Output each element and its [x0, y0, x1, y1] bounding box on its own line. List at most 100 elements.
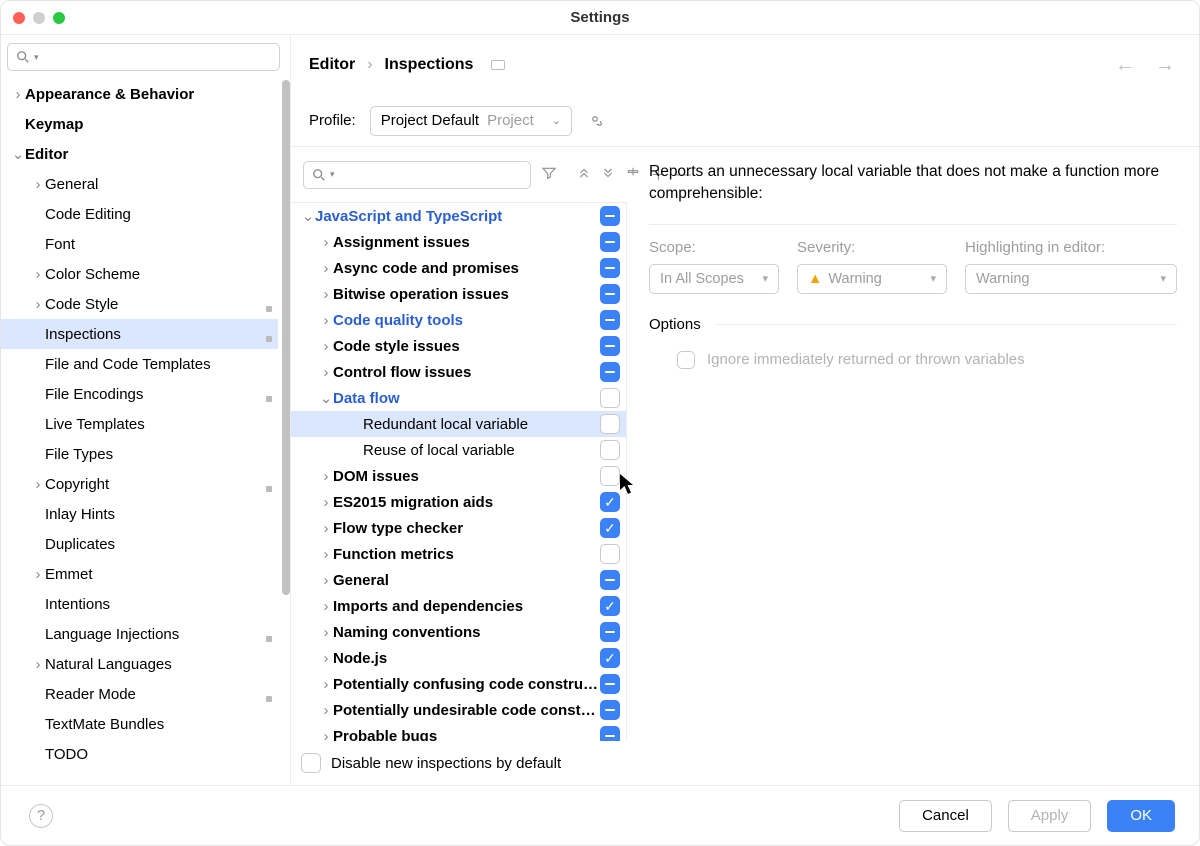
sidebar-item[interactable]: Intentions [1, 589, 278, 619]
sidebar-item[interactable]: ›Copyright [1, 469, 278, 499]
sidebar-item[interactable]: File and Code Templates [1, 349, 278, 379]
scope-select[interactable]: In All Scopes ▾ [649, 264, 779, 294]
inspection-checkbox[interactable] [600, 388, 620, 408]
chevron-right-icon[interactable]: › [319, 364, 333, 381]
profile-gear-button[interactable] [586, 110, 604, 132]
window-maximize-button[interactable] [53, 12, 65, 24]
chevron-right-icon[interactable]: › [319, 624, 333, 641]
chevron-right-icon[interactable]: › [319, 468, 333, 485]
inspection-checkbox[interactable] [600, 570, 620, 590]
sidebar-item[interactable]: Live Templates [1, 409, 278, 439]
inspection-row[interactable]: ›Control flow issues [291, 359, 626, 385]
sidebar-item[interactable]: ›Natural Languages [1, 649, 278, 679]
search-history-caret-icon[interactable]: ▾ [34, 52, 39, 63]
chevron-right-icon[interactable]: › [319, 286, 333, 303]
severity-select[interactable]: ▲ Warning ▾ [797, 264, 947, 294]
inspection-checkbox[interactable]: ✓ [600, 596, 620, 616]
highlighting-select[interactable]: Warning ▾ [965, 264, 1177, 294]
chevron-right-icon[interactable]: › [319, 598, 333, 615]
chevron-right-icon[interactable]: › [319, 234, 333, 251]
sidebar-item[interactable]: ›General [1, 169, 278, 199]
chevron-right-icon[interactable]: › [319, 546, 333, 563]
chevron-right-icon[interactable]: › [319, 676, 333, 693]
inspection-row[interactable]: ›Node.js✓ [291, 645, 626, 671]
inspection-row[interactable]: ›DOM issues [291, 463, 626, 489]
sidebar-item[interactable]: File Types [1, 439, 278, 469]
inspection-row[interactable]: ›Flow type checker✓ [291, 515, 626, 541]
inspection-checkbox[interactable] [600, 700, 620, 720]
sidebar-item[interactable]: Keymap [1, 109, 278, 139]
inspection-checkbox[interactable]: ✓ [600, 648, 620, 668]
inspection-checkbox[interactable] [600, 440, 620, 460]
chevron-right-icon[interactable]: › [319, 260, 333, 277]
chevron-right-icon[interactable]: › [319, 494, 333, 511]
inspection-row[interactable]: Reuse of local variable [291, 437, 626, 463]
nav-back-button[interactable]: ← [1115, 54, 1135, 77]
chevron-down-icon[interactable]: ⌄ [301, 207, 315, 225]
inspection-checkbox[interactable] [600, 362, 620, 382]
window-close-button[interactable] [13, 12, 25, 24]
chevron-right-icon[interactable]: › [319, 702, 333, 719]
chevron-right-icon[interactable]: › [31, 176, 45, 193]
inspection-row[interactable]: ›Code style issues [291, 333, 626, 359]
inspection-checkbox[interactable] [600, 336, 620, 356]
chevron-right-icon[interactable]: › [319, 728, 333, 742]
chevron-down-icon[interactable]: ⌄ [11, 145, 25, 163]
inspection-row[interactable]: ›Potentially confusing code constructs [291, 671, 626, 697]
inspection-checkbox[interactable] [600, 544, 620, 564]
inspection-row[interactable]: ⌄JavaScript and TypeScript [291, 203, 626, 229]
inspection-checkbox[interactable] [600, 232, 620, 252]
chevron-right-icon[interactable]: › [319, 572, 333, 589]
chevron-down-icon[interactable]: ⌄ [319, 389, 333, 407]
sidebar-item[interactable]: TextMate Bundles [1, 709, 278, 739]
sidebar-item[interactable]: ›Code Style [1, 289, 278, 319]
chevron-right-icon[interactable]: › [319, 338, 333, 355]
sidebar-item[interactable]: ›Emmet [1, 559, 278, 589]
disable-new-checkbox[interactable] [301, 753, 321, 773]
inspection-row[interactable]: ›Async code and promises [291, 255, 626, 281]
collapse-all-icon[interactable] [601, 166, 615, 184]
inspection-row[interactable]: ⌄Data flow [291, 385, 626, 411]
inspection-checkbox[interactable] [600, 674, 620, 694]
sidebar-item[interactable]: Code Editing [1, 199, 278, 229]
inspection-row[interactable]: ›Code quality tools [291, 307, 626, 333]
sidebar-item[interactable]: Inspections [1, 319, 278, 349]
ok-button[interactable]: OK [1107, 800, 1175, 832]
sidebar-item[interactable]: Reader Mode [1, 679, 278, 709]
sidebar-item[interactable]: Duplicates [1, 529, 278, 559]
chevron-right-icon[interactable]: › [31, 476, 45, 493]
inspection-row[interactable]: ›Probable bugs [291, 723, 626, 741]
sidebar-item[interactable]: Language Injections [1, 619, 278, 649]
sidebar-search-input[interactable]: ▾ [7, 43, 280, 71]
chevron-right-icon[interactable]: › [31, 266, 45, 283]
sidebar-item[interactable]: TODO [1, 739, 278, 769]
inspection-search-input[interactable]: ▾ [303, 161, 531, 189]
inspection-row[interactable]: ›ES2015 migration aids✓ [291, 489, 626, 515]
inspection-row[interactable]: ›General [291, 567, 626, 593]
inspection-checkbox[interactable] [600, 310, 620, 330]
inspection-row[interactable]: ›Naming conventions [291, 619, 626, 645]
inspection-row[interactable]: ›Potentially undesirable code constructs [291, 697, 626, 723]
sidebar-item[interactable]: ›Color Scheme [1, 259, 278, 289]
inspection-row[interactable]: Redundant local variable [291, 411, 626, 437]
inspection-checkbox[interactable] [600, 284, 620, 304]
chevron-right-icon[interactable]: › [31, 566, 45, 583]
help-button[interactable]: ? [29, 804, 53, 828]
chevron-right-icon[interactable]: › [11, 86, 25, 103]
nav-forward-button[interactable]: → [1155, 54, 1175, 77]
window-minimize-button[interactable] [33, 12, 45, 24]
inspection-checkbox[interactable] [600, 258, 620, 278]
expand-all-icon[interactable] [577, 166, 591, 184]
inspection-row[interactable]: ›Function metrics [291, 541, 626, 567]
inspection-checkbox[interactable]: ✓ [600, 492, 620, 512]
inspection-row[interactable]: ›Imports and dependencies✓ [291, 593, 626, 619]
inspection-checkbox[interactable] [600, 726, 620, 741]
sidebar-item[interactable]: ⌄Editor [1, 139, 278, 169]
breadcrumb-editor[interactable]: Editor [309, 56, 355, 74]
profile-select[interactable]: Project Default Project ⌄ [370, 106, 572, 136]
chevron-right-icon[interactable]: › [31, 296, 45, 313]
chevron-right-icon[interactable]: › [319, 312, 333, 329]
sidebar-item[interactable]: File Encodings [1, 379, 278, 409]
sidebar-item[interactable]: ›Appearance & Behavior [1, 79, 278, 109]
chevron-right-icon[interactable]: › [31, 656, 45, 673]
